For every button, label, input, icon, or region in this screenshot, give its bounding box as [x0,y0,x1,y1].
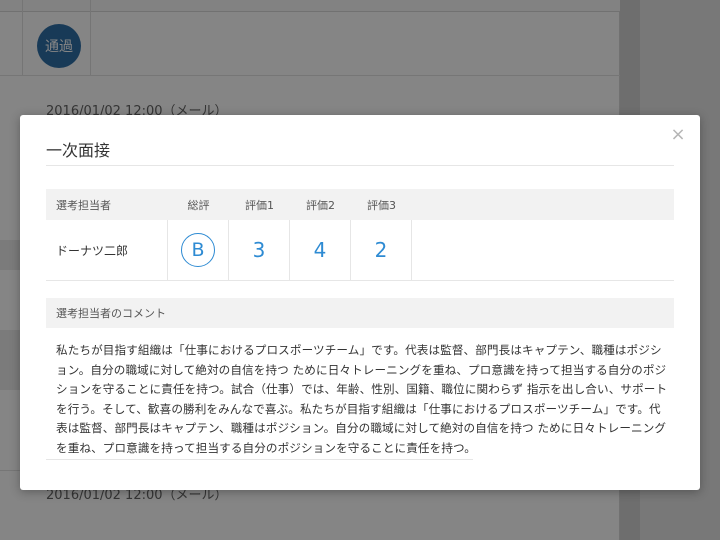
selector-name: ドーナツ二郎 [46,220,168,280]
score2-cell: 4 [290,220,351,280]
header-score1: 評価1 [245,198,274,212]
table-row: ドーナツ二郎 B 3 4 2 [46,220,674,281]
score2-value: 4 [313,238,327,262]
header-score2: 評価2 [306,198,335,212]
score3-cell: 2 [351,220,412,280]
title-divider [46,165,674,166]
row-spacer [412,220,674,280]
comment-divider [46,459,473,460]
header-selector: 選考担当者 [56,198,111,212]
grade-badge: B [181,233,215,267]
evaluation-table-header: 選考担当者 総評 評価1 評価2 評価3 [46,189,674,220]
score3-value: 2 [374,238,388,262]
score1-value: 3 [252,238,266,262]
evaluation-table: 選考担当者 総評 評価1 評価2 評価3 ドーナツ二郎 B 3 4 2 [46,189,674,281]
header-total: 総評 [187,198,210,212]
total-grade-cell: B [168,220,229,280]
score1-cell: 3 [229,220,290,280]
close-icon[interactable]: × [668,125,688,145]
modal-title: 一次面接 [46,141,111,160]
comment-text: 私たちが目指す組織は「仕事におけるプロスポーツチーム」です。代表は監督、部門長は… [56,343,668,455]
header-spacer [412,189,674,220]
comment-header: 選考担当者のコメント [46,298,674,328]
interview-modal: 一次面接 × 選考担当者 総評 評価1 評価2 評価3 ドーナツ二郎 B 3 4… [20,115,700,490]
header-score3: 評価3 [367,198,396,212]
